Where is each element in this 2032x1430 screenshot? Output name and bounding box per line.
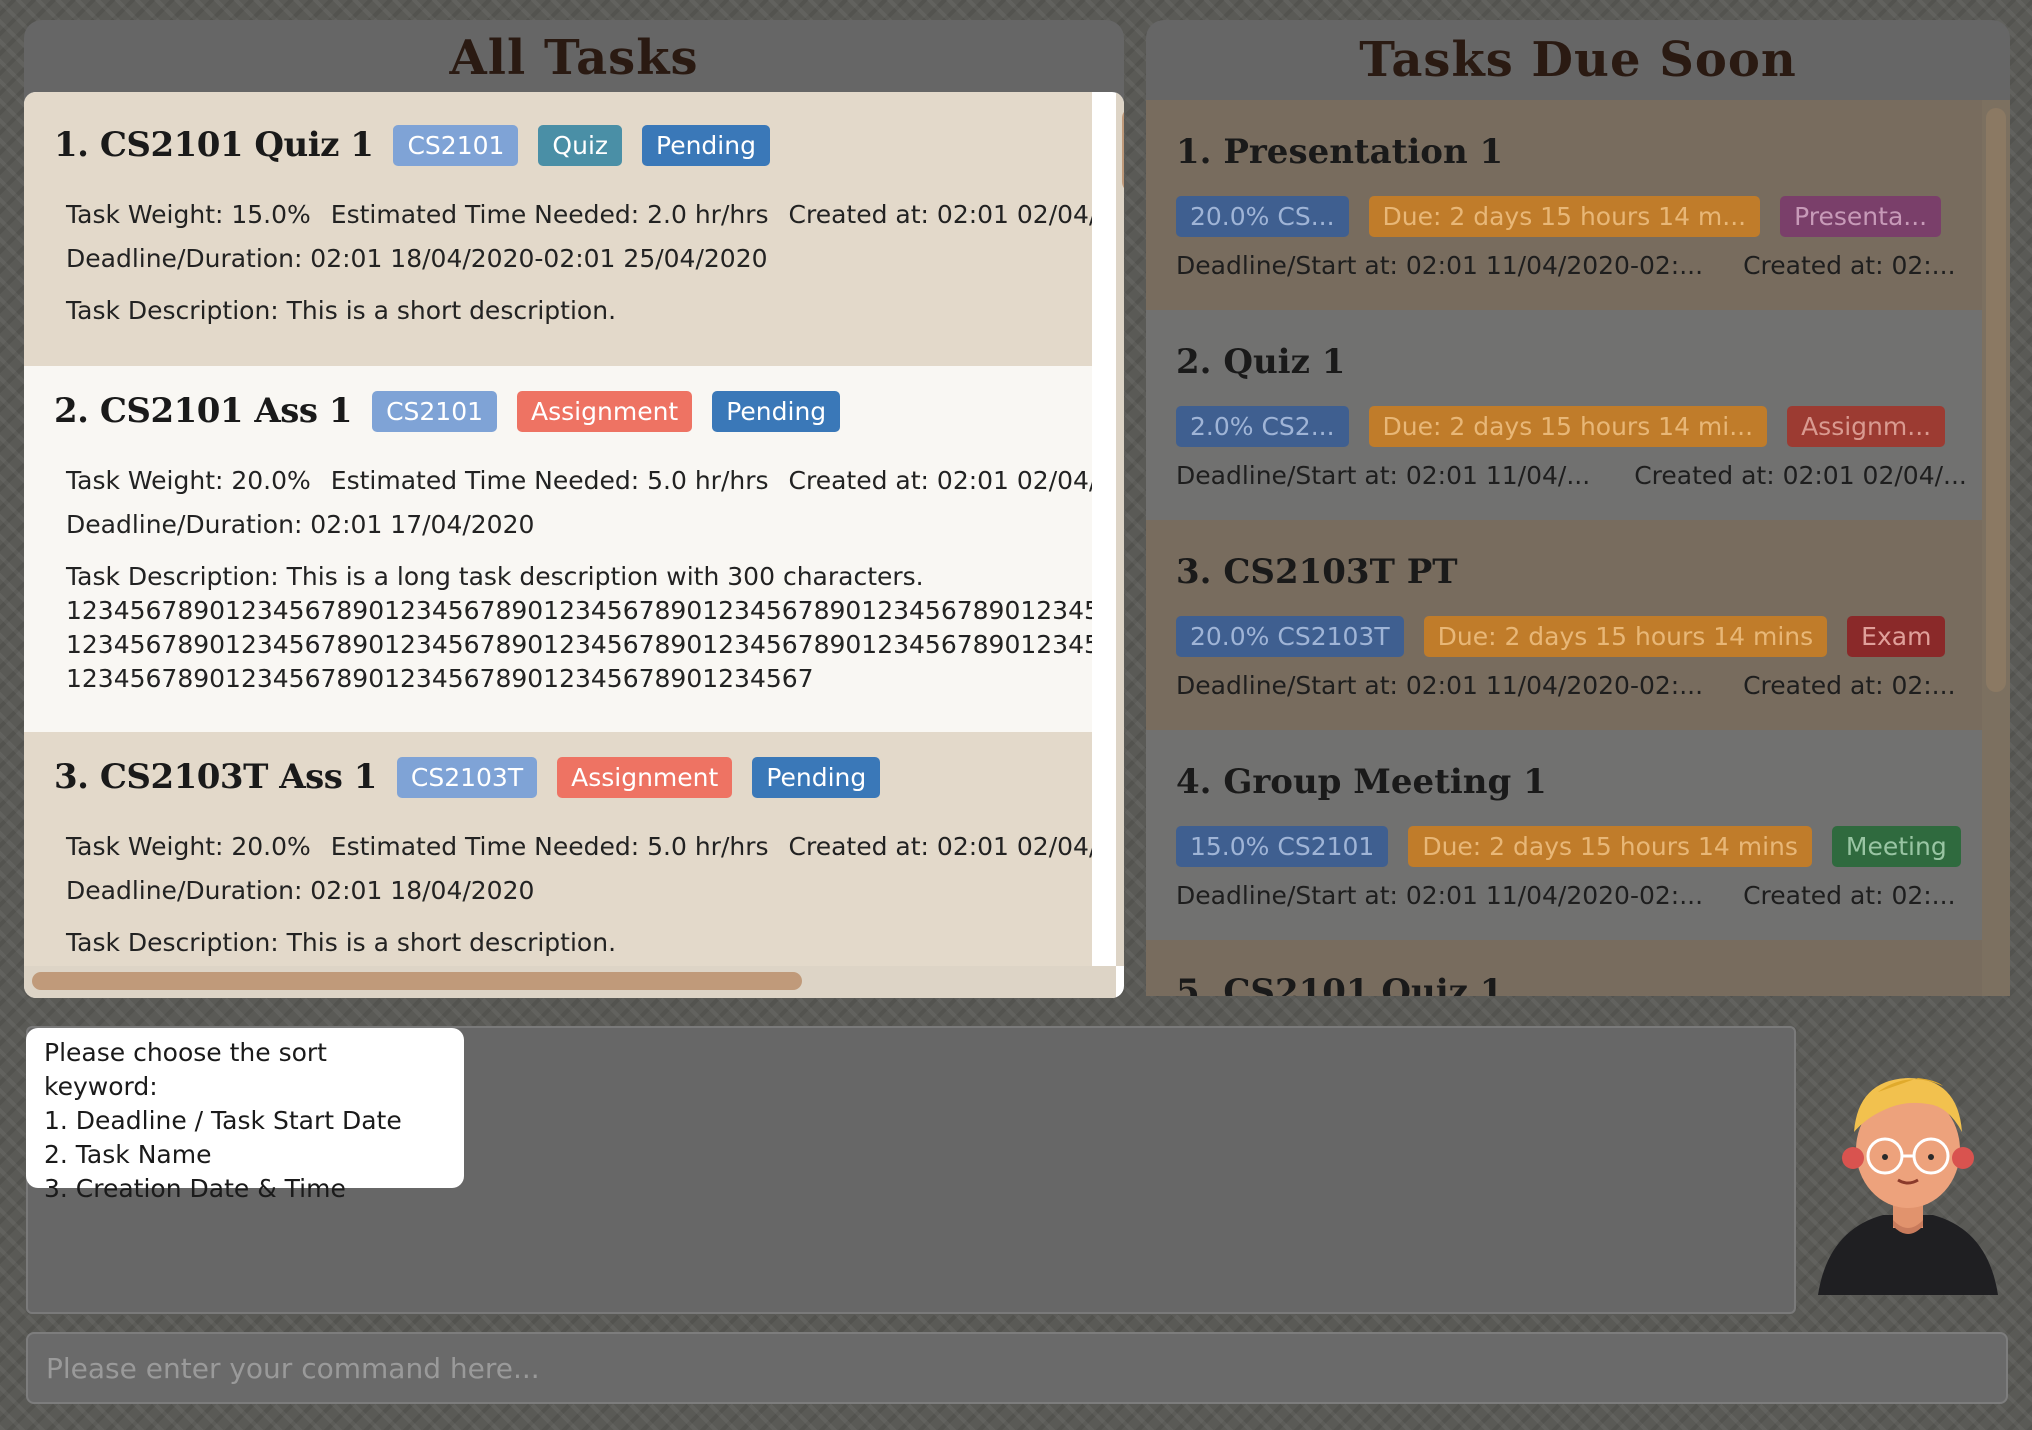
- task-time: Estimated Time Needed: 2.0 hr/hrs: [330, 200, 769, 229]
- task-description: Task Description: This is a short descri…: [66, 928, 617, 957]
- task-weight: Task Weight: 20.0%: [66, 466, 311, 495]
- due-time-tag: Due: 2 days 15 hours 14 mins: [1408, 826, 1812, 867]
- horizontal-scroll-thumb[interactable]: [32, 972, 802, 990]
- due-card[interactable]: 5. CS2101 Quiz 1: [1146, 940, 1982, 996]
- task-created: Created at: 02:01 02/04/2: [788, 200, 1092, 229]
- due-task-name: 5. CS2101 Quiz 1: [1176, 972, 1504, 996]
- due-start: Deadline/Start at: 02:01 11/04/2020-02:.…: [1176, 251, 1704, 280]
- task-deadline: Deadline/Duration: 02:01 17/04/2020: [66, 510, 535, 539]
- status-tag: Pending: [642, 124, 770, 166]
- due-created: Created at: 02:...: [1743, 251, 1956, 280]
- type-tag: Exam: [1847, 616, 1946, 657]
- result-line: Please choose the sort keyword:: [44, 1038, 327, 1101]
- task-card[interactable]: 3. CS2103T Ass 1 CS2103T Assignment Pend…: [24, 732, 1092, 966]
- module-tag: CS2101: [393, 124, 519, 166]
- status-tag: Pending: [712, 390, 841, 432]
- task-card[interactable]: 2. CS2101 Ass 1 CS2101 Assignment Pendin…: [24, 366, 1092, 732]
- due-card[interactable]: 4. Group Meeting 1 15.0% CS2101 Due: 2 d…: [1146, 730, 1982, 940]
- task-weight: Task Weight: 15.0%: [66, 200, 311, 229]
- task-time: Estimated Time Needed: 5.0 hr/hrs: [330, 832, 769, 861]
- result-line: 3. Creation Date & Time: [44, 1174, 346, 1203]
- task-weight: Task Weight: 20.0%: [66, 832, 311, 861]
- due-time-tag: Due: 2 days 15 hours 14 mi...: [1368, 406, 1768, 447]
- vertical-scroll-thumb[interactable]: [1122, 108, 1124, 192]
- result-line: 2. Task Name: [44, 1140, 212, 1169]
- result-line: 1. Deadline / Task Start Date: [44, 1106, 402, 1135]
- task-deadline: Deadline/Duration: 02:01 18/04/2020-02:0…: [66, 244, 768, 273]
- due-time-tag: Due: 2 days 15 hours 14 m...: [1368, 196, 1761, 237]
- type-tag: Assignment: [557, 756, 733, 798]
- due-task-name: 3. CS2103T PT: [1176, 552, 1458, 592]
- result-message: Please choose the sort keyword: 1. Deadl…: [26, 1028, 464, 1203]
- due-task-name: 1. Presentation 1: [1176, 132, 1504, 172]
- type-tag: Quiz: [538, 124, 623, 166]
- weight-module-tag: 20.0% CS2103T: [1176, 616, 1404, 657]
- all-tasks-list[interactable]: 1. CS2101 Quiz 1 CS2101 Quiz Pending Tas…: [24, 92, 1124, 998]
- command-input[interactable]: [26, 1332, 2008, 1404]
- type-tag: Assignm...: [1787, 406, 1946, 447]
- vertical-scrollbar[interactable]: [1116, 92, 1124, 966]
- due-created: Created at: 02:01 02/04/...: [1634, 461, 1967, 490]
- task-created: Created at: 02:01 02/04/2: [788, 832, 1092, 861]
- status-tag: Pending: [752, 756, 881, 798]
- task-description-line: 1234567890123456789012345678901234567890…: [66, 630, 1092, 659]
- due-soon-list[interactable]: 1. Presentation 1 20.0% CS... Due: 2 day…: [1146, 100, 1982, 996]
- due-time-tag: Due: 2 days 15 hours 14 mins: [1423, 616, 1828, 657]
- due-created: Created at: 02:...: [1743, 881, 1956, 910]
- task-name: 2. CS2101 Ass 1: [54, 391, 353, 431]
- due-card[interactable]: 3. CS2103T PT 20.0% CS2103T Due: 2 days …: [1146, 520, 1982, 730]
- weight-module-tag: 20.0% CS...: [1176, 196, 1349, 237]
- due-card[interactable]: 2. Quiz 1 2.0% CS2... Due: 2 days 15 hou…: [1146, 310, 1982, 520]
- avatar-icon: [1818, 1078, 1998, 1295]
- task-description-line: 1234567890123456789012345678901234567890…: [66, 664, 814, 693]
- all-tasks-title: All Tasks: [449, 30, 699, 86]
- due-card[interactable]: 1. Presentation 1 20.0% CS... Due: 2 day…: [1146, 100, 1982, 310]
- task-description-line: 1234567890123456789012345678901234567890…: [66, 596, 1092, 625]
- task-deadline: Deadline/Duration: 02:01 18/04/2020: [66, 876, 535, 905]
- vertical-scroll-thumb[interactable]: [1986, 108, 2006, 692]
- due-task-name: 4. Group Meeting 1: [1176, 762, 1547, 802]
- due-soon-title: Tasks Due Soon: [1359, 32, 1797, 88]
- weight-module-tag: 15.0% CS2101: [1176, 826, 1389, 867]
- due-created: Created at: 02:...: [1743, 671, 1956, 700]
- due-start: Deadline/Start at: 02:01 11/04/2020-02:.…: [1176, 881, 1704, 910]
- weight-module-tag: 2.0% CS2...: [1176, 406, 1349, 447]
- due-start: Deadline/Start at: 02:01 11/04/...: [1176, 461, 1591, 490]
- task-created: Created at: 02:01 02/04/2: [788, 466, 1092, 495]
- task-name: 1. CS2101 Quiz 1: [54, 125, 374, 165]
- task-description: Task Description: This is a short descri…: [66, 296, 617, 325]
- module-tag: CS2103T: [396, 756, 538, 798]
- task-card[interactable]: 1. CS2101 Quiz 1 CS2101 Quiz Pending Tas…: [24, 92, 1092, 366]
- task-time: Estimated Time Needed: 5.0 hr/hrs: [330, 466, 769, 495]
- module-tag: CS2101: [372, 390, 498, 432]
- type-tag: Presenta...: [1780, 196, 1942, 237]
- task-description: Task Description: This is a long task de…: [66, 562, 924, 591]
- due-start: Deadline/Start at: 02:01 11/04/2020-02:.…: [1176, 671, 1704, 700]
- due-task-name: 2. Quiz 1: [1176, 342, 1346, 382]
- type-tag: Meeting: [1831, 826, 1961, 867]
- task-name: 3. CS2103T Ass 1: [54, 757, 377, 797]
- type-tag: Assignment: [517, 390, 693, 432]
